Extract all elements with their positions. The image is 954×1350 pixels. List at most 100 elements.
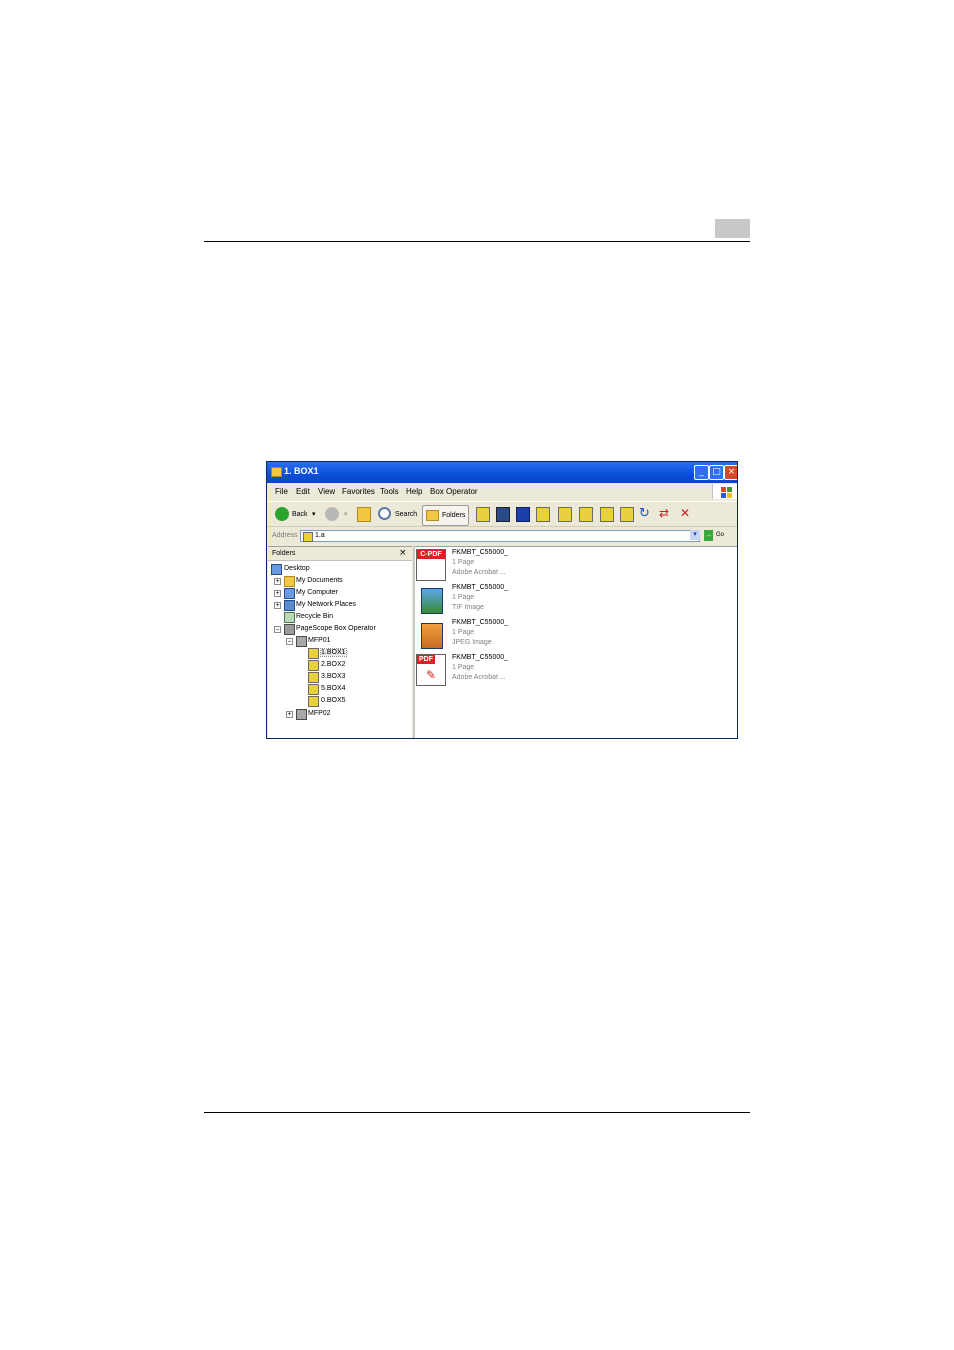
box-operator-icon[interactable] — [476, 507, 490, 522]
menu-tools[interactable]: Tools — [380, 487, 399, 496]
address-label: Address — [272, 532, 298, 539]
file-pages: 1 Page — [452, 664, 475, 671]
back-arrow-icon[interactable] — [275, 507, 289, 521]
go-arrow-icon[interactable]: → — [704, 530, 713, 541]
close-pane-button[interactable]: × — [399, 548, 407, 558]
folders-pane-title: Folders — [272, 550, 296, 557]
file-item[interactable]: PDF ✎ FKMBT_C55000_ 1 Page Adobe Acrobat… — [415, 653, 615, 687]
page-tab — [715, 219, 750, 238]
acrobat-logo-icon: ✎ — [426, 668, 437, 682]
menu-edit[interactable]: Edit — [296, 487, 310, 496]
refresh-icon[interactable]: ↻ — [639, 506, 650, 521]
folder-icon — [284, 576, 295, 587]
folders-pane: Folders × Desktop + My Documents + My Co… — [268, 546, 412, 738]
menu-favorites[interactable]: Favorites — [342, 487, 375, 496]
toolbar: Back ▾ ▾ Search Folders ↻ ⇄ ✕ — [267, 501, 737, 527]
minimize-button[interactable]: _ — [694, 465, 709, 480]
menu-help[interactable]: Help — [406, 487, 422, 496]
search-icon[interactable] — [378, 507, 391, 520]
move-icon[interactable] — [579, 507, 593, 522]
title-bar[interactable]: 1. BOX1 _ □ × — [267, 462, 737, 483]
box-icon — [308, 648, 319, 659]
file-item[interactable]: C-PDF FKMBT_C55000_ 1 Page Adobe Acrobat… — [415, 548, 615, 582]
copy-icon[interactable] — [558, 507, 572, 522]
upload-icon[interactable] — [620, 507, 634, 522]
box-icon — [308, 696, 319, 707]
search-button-label[interactable]: Search — [395, 511, 417, 518]
tree-label: Recycle Bin — [296, 613, 333, 620]
expand-icon[interactable]: + — [274, 602, 281, 609]
expand-icon[interactable]: + — [274, 590, 281, 597]
windows-logo-icon — [712, 484, 737, 499]
address-dropdown-button[interactable]: ▾ — [690, 530, 700, 540]
delete-icon[interactable]: ✕ — [680, 506, 690, 520]
folders-button-label: Folders — [442, 512, 466, 519]
monitor-icon[interactable] — [496, 507, 510, 522]
network-icon — [284, 600, 295, 611]
settings-icon[interactable] — [536, 507, 550, 522]
address-field[interactable]: 1.a — [300, 530, 700, 542]
up-folder-icon[interactable] — [357, 507, 371, 522]
menu-view[interactable]: View — [318, 487, 335, 496]
mfp-icon — [296, 709, 307, 720]
file-name: FKMBT_C55000_ — [452, 584, 509, 591]
recycle-bin-icon — [284, 612, 295, 623]
file-pages: 1 Page — [452, 559, 475, 566]
tree-label: My Network Places — [296, 601, 356, 608]
files-pane: C-PDF FKMBT_C55000_ 1 Page Adobe Acrobat… — [415, 546, 737, 738]
tree-label: 1.BOX1 — [320, 648, 347, 657]
go-button-label[interactable]: Go — [716, 532, 724, 538]
box-icon — [303, 532, 313, 542]
back-dropdown-icon[interactable]: ▾ — [312, 510, 316, 518]
tree-label: PageScope Box Operator — [296, 625, 376, 632]
box-operator-icon — [284, 624, 295, 635]
file-type: TIF Image — [452, 604, 484, 611]
header-rule — [204, 241, 750, 242]
jpeg-image-icon — [416, 619, 446, 651]
download-icon[interactable] — [600, 507, 614, 522]
address-bar: Address 1.a ▾ → Go — [267, 529, 737, 544]
pdf-icon: PDF ✎ — [416, 654, 446, 686]
swap-icon[interactable]: ⇄ — [659, 506, 669, 520]
collapse-icon[interactable]: − — [274, 626, 281, 633]
close-button[interactable]: × — [724, 465, 737, 480]
file-name: FKMBT_C55000_ — [452, 654, 509, 661]
thumb-label: PDF — [417, 655, 435, 664]
computer-icon — [284, 588, 295, 599]
expand-icon[interactable]: + — [274, 578, 281, 585]
tif-image-icon — [416, 584, 446, 616]
folder-icon — [426, 510, 439, 521]
box-icon — [308, 672, 319, 683]
tree-label: MFP01 — [308, 637, 331, 644]
tree-label: 2.BOX2 — [321, 661, 346, 668]
desktop-icon — [271, 564, 282, 575]
file-item[interactable]: FKMBT_C55000_ 1 Page JPEG Image — [415, 618, 615, 652]
save-icon[interactable] — [516, 507, 530, 522]
tree-label: MFP02 — [308, 710, 331, 717]
collapse-icon[interactable]: − — [286, 638, 293, 645]
address-value: 1.a — [315, 532, 325, 539]
forward-dropdown-icon[interactable]: ▾ — [344, 510, 348, 518]
menu-box-operator[interactable]: Box Operator — [430, 487, 478, 496]
back-button-label[interactable]: Back — [292, 511, 308, 518]
image-preview — [421, 588, 443, 614]
tree-label: My Documents — [296, 577, 343, 584]
box-icon — [308, 660, 319, 671]
menu-file[interactable]: File — [275, 487, 288, 496]
thumb-label: C-PDF — [417, 550, 445, 559]
tree-label: 3.BOX3 — [321, 673, 346, 680]
expand-icon[interactable]: + — [286, 711, 293, 718]
tree-label: 5.BOX4 — [321, 685, 346, 692]
tree-label: Desktop — [284, 565, 310, 572]
file-item[interactable]: FKMBT_C55000_ 1 Page TIF Image — [415, 583, 615, 617]
maximize-button[interactable]: □ — [709, 465, 724, 480]
file-pages: 1 Page — [452, 629, 475, 636]
box-icon — [308, 684, 319, 695]
folders-button[interactable]: Folders — [422, 505, 469, 526]
window-title: 1. BOX1 — [284, 466, 319, 476]
footer-rule — [204, 1112, 750, 1113]
file-type: Adobe Acrobat ... — [452, 674, 506, 681]
image-preview — [421, 623, 443, 649]
file-type: Adobe Acrobat ... — [452, 569, 506, 576]
forward-arrow-icon[interactable] — [325, 507, 339, 521]
